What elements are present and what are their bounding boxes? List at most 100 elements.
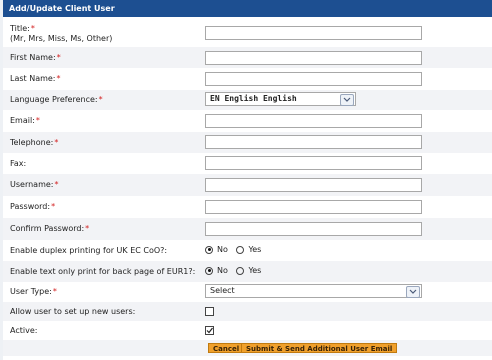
row-last-name: Last Name:* xyxy=(3,68,492,90)
user-type-select-value: Select xyxy=(210,286,235,295)
first-name-input[interactable] xyxy=(205,51,422,65)
required-mark: * xyxy=(52,287,57,296)
first-name-field-wrap xyxy=(205,51,422,65)
username-input[interactable] xyxy=(205,178,422,192)
password-label-group: Password:* xyxy=(10,202,55,212)
text-only-no-radio[interactable]: No xyxy=(205,266,228,275)
row-duplex: Enable duplex printing for UK EC CoO?: N… xyxy=(3,240,492,261)
radio-selected-icon xyxy=(205,266,213,275)
active-checkbox[interactable] xyxy=(205,326,214,335)
confirm-password-input[interactable] xyxy=(205,222,422,236)
duplex-radio-group: No Yes xyxy=(205,245,267,256)
duplex-no-radio[interactable]: No xyxy=(205,245,228,254)
confirm-password-field-wrap xyxy=(205,222,422,236)
password-input[interactable] xyxy=(205,200,422,214)
text-only-radio-group: No Yes xyxy=(205,266,267,277)
confirm-password-label-group: Confirm Password:* xyxy=(10,224,89,234)
chevron-down-icon[interactable] xyxy=(340,94,354,106)
required-mark: * xyxy=(85,224,90,233)
allow-setup-field-wrap xyxy=(205,307,214,316)
row-fax: Fax: xyxy=(3,153,492,174)
row-telephone: Telephone:* xyxy=(3,132,492,153)
username-label-group: Username:* xyxy=(10,180,58,190)
row-password: Password:* xyxy=(3,196,492,218)
row-first-name: First Name:* xyxy=(3,47,492,68)
required-mark: * xyxy=(35,116,40,125)
required-mark: * xyxy=(54,138,59,147)
last-name-field-wrap xyxy=(205,72,422,86)
user-type-select[interactable]: Select xyxy=(205,284,422,298)
required-mark: * xyxy=(54,180,59,189)
row-allow-setup: Allow user to set up new users: xyxy=(3,302,492,321)
password-label: Password: xyxy=(10,202,51,211)
text-only-label: Enable text only print for back page of … xyxy=(10,267,196,276)
active-label: Active: xyxy=(10,326,38,335)
last-name-label: Last Name: xyxy=(10,74,56,83)
duplex-yes-label: Yes xyxy=(248,245,262,254)
last-name-input[interactable] xyxy=(205,72,422,86)
text-only-yes-label: Yes xyxy=(248,266,262,275)
email-label-group: Email:* xyxy=(10,116,40,126)
language-label: Language Preference: xyxy=(10,95,98,104)
text-only-no-label: No xyxy=(217,266,228,275)
row-user-type: User Type:* Select xyxy=(3,282,492,302)
allow-setup-label: Allow user to set up new users: xyxy=(10,307,136,316)
row-confirm-password: Confirm Password:* xyxy=(3,218,492,240)
required-mark: * xyxy=(56,74,61,83)
row-active: Active: xyxy=(3,321,492,340)
radio-selected-icon xyxy=(205,245,213,254)
required-mark: * xyxy=(51,202,56,211)
radio-unselected-icon xyxy=(236,266,245,275)
title-label-group: Title:* (Mr, Mrs, Miss, Ms, Other) xyxy=(10,24,112,44)
row-email: Email:* xyxy=(3,110,492,132)
title-label: Title: xyxy=(10,24,30,33)
last-name-label-group: Last Name:* xyxy=(10,74,61,84)
fax-input[interactable] xyxy=(205,156,422,170)
telephone-field-wrap xyxy=(205,135,422,149)
first-name-label-group: First Name:* xyxy=(10,53,61,63)
allow-setup-checkbox[interactable] xyxy=(205,307,214,316)
language-label-group: Language Preference:* xyxy=(10,95,103,105)
cancel-button[interactable]: Cancel xyxy=(208,343,245,353)
active-field-wrap xyxy=(205,326,214,335)
language-field-wrap: EN English English xyxy=(205,92,356,106)
row-actions: Cancel Submit & Send Additional User Ema… xyxy=(3,340,492,356)
duplex-yes-radio[interactable]: Yes xyxy=(236,245,261,254)
title-input[interactable] xyxy=(205,26,422,40)
fax-field-wrap xyxy=(205,156,422,170)
language-select-value: EN English English xyxy=(210,94,297,103)
checkmark-icon xyxy=(206,327,213,334)
telephone-input[interactable] xyxy=(205,135,422,149)
fax-label-group: Fax: xyxy=(10,159,26,169)
fax-label: Fax: xyxy=(10,159,27,168)
action-buttons: Cancel Submit & Send Additional User Ema… xyxy=(208,343,408,353)
password-field-wrap xyxy=(205,200,422,214)
confirm-password-label: Confirm Password: xyxy=(10,224,85,233)
required-mark: * xyxy=(98,95,103,104)
email-label: Email: xyxy=(10,116,35,125)
radio-unselected-icon xyxy=(236,245,245,254)
title-field-wrap xyxy=(205,26,422,40)
language-select[interactable]: EN English English xyxy=(205,92,356,106)
submit-send-email-button[interactable]: Submit & Send Additional User Email xyxy=(241,343,398,353)
email-field-wrap xyxy=(205,114,422,128)
username-field-wrap xyxy=(205,178,422,192)
row-language: Language Preference:* EN English English xyxy=(3,90,492,110)
text-only-yes-radio[interactable]: Yes xyxy=(236,266,261,275)
user-type-label: User Type: xyxy=(10,287,52,296)
form-header: Add/Update Client User xyxy=(3,0,492,17)
title-hint: (Mr, Mrs, Miss, Ms, Other) xyxy=(10,34,113,43)
username-label: Username: xyxy=(10,180,54,189)
row-text-only: Enable text only print for back page of … xyxy=(3,261,492,282)
row-username: Username:* xyxy=(3,174,492,196)
required-mark: * xyxy=(56,53,61,62)
chevron-down-icon[interactable] xyxy=(406,286,420,298)
first-name-label: First Name: xyxy=(10,53,56,62)
telephone-label: Telephone: xyxy=(10,138,54,147)
email-input[interactable] xyxy=(205,114,422,128)
client-user-form: Add/Update Client User Title:* (Mr, Mrs,… xyxy=(3,0,492,360)
duplex-no-label: No xyxy=(217,245,228,254)
duplex-label: Enable duplex printing for UK EC CoO?: xyxy=(10,246,168,255)
user-type-field-wrap: Select xyxy=(205,284,422,298)
user-type-label-group: User Type:* xyxy=(10,287,57,297)
